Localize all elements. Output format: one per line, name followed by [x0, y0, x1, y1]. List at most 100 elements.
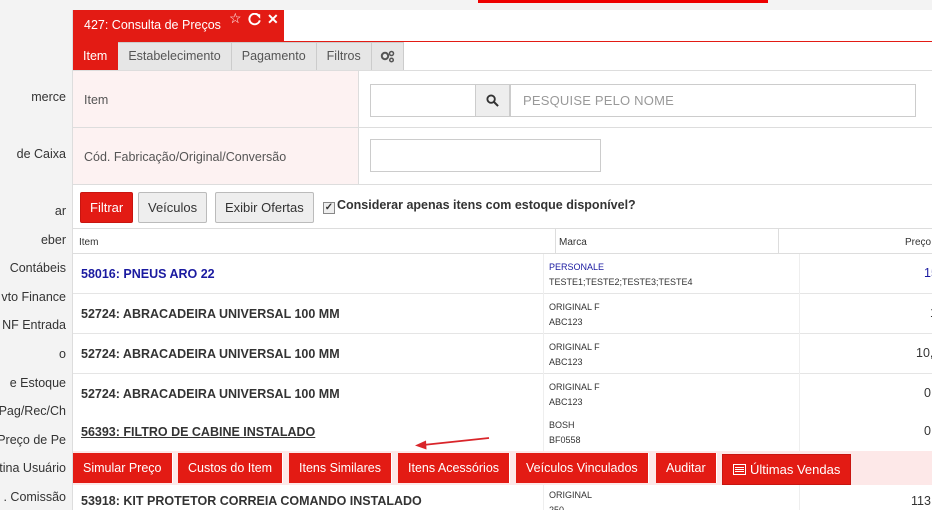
accessory-items-button[interactable]: Itens Acessórios — [398, 453, 511, 483]
row-divider — [799, 412, 800, 452]
top-red-strip — [478, 0, 768, 3]
audit-button[interactable]: Auditar — [656, 453, 717, 483]
sidebar-item[interactable]: Preço de Pe — [0, 433, 66, 447]
item-price: 150, — [924, 266, 932, 280]
col-item[interactable]: Item — [79, 237, 98, 248]
close-icon[interactable]: ✕ — [267, 11, 279, 28]
gears-icon[interactable] — [371, 42, 404, 70]
sidebar-item[interactable]: Pag/Rec/Ch — [0, 404, 66, 418]
item-brand: BOSH BF0558 — [549, 418, 581, 448]
similar-items-button[interactable]: Itens Similares — [289, 453, 392, 483]
annotation-arrow-icon — [415, 437, 490, 450]
table-row[interactable]: 52724: ABRACADEIRA UNIVERSAL 100 MM ORIG… — [73, 374, 932, 414]
sidebar-item[interactable]: . Comissão — [3, 490, 66, 504]
row-divider — [799, 485, 800, 510]
row-divider — [543, 294, 544, 334]
sidebar: merce de Caixa ar eber Contábeis vto Fin… — [0, 0, 68, 510]
row-divider — [543, 412, 544, 452]
list-icon — [733, 464, 746, 475]
sidebar-item[interactable]: de Caixa — [17, 147, 66, 161]
col-marca[interactable]: Marca — [559, 237, 587, 248]
tab-pagamento[interactable]: Pagamento — [231, 42, 317, 70]
row-divider — [799, 374, 800, 414]
brand-name: PERSONALE — [549, 262, 605, 272]
item-name[interactable]: 52724: ABRACADEIRA UNIVERSAL 100 MM — [81, 387, 340, 401]
search-button[interactable] — [476, 84, 510, 117]
brand-code: BF0558 — [549, 435, 581, 445]
item-price: 0, — [924, 424, 932, 438]
app-root: merce de Caixa ar eber Contábeis vto Fin… — [0, 0, 932, 510]
item-brand: ORIGINAL 250 — [549, 488, 592, 510]
item-name[interactable]: 56393: FILTRO DE CABINE INSTALADO — [81, 425, 315, 439]
col-divider — [555, 229, 556, 254]
star-icon[interactable]: ☆ — [229, 10, 242, 27]
brand-name: ORIGINAL F — [549, 342, 600, 352]
show-offers-button[interactable]: Exibir Ofertas — [215, 192, 314, 223]
item-brand: ORIGINAL F ABC123 — [549, 340, 600, 370]
checkbox-check-icon[interactable]: ✓ — [323, 202, 335, 214]
window-title: 427: Consulta de Preços — [84, 18, 221, 32]
cod-label: Cód. Fabricação/Original/Conversão — [84, 150, 287, 164]
tab-item[interactable]: Item — [73, 42, 119, 70]
item-name[interactable]: 52724: ABRACADEIRA UNIVERSAL 100 MM — [81, 347, 340, 361]
sidebar-item[interactable]: Contábeis — [10, 261, 66, 275]
tab-estabelecimento[interactable]: Estabelecimento — [118, 42, 232, 70]
tab-filtros[interactable]: Filtros — [316, 42, 372, 70]
table-row[interactable]: 58016: PNEUS ARO 22 PERSONALE TESTE1;TEST… — [73, 254, 932, 294]
item-price: 113, — [911, 494, 932, 508]
sidebar-item[interactable]: e Estoque — [10, 376, 66, 390]
sidebar-item[interactable]: NF Entrada — [2, 318, 66, 332]
row-divider — [799, 254, 800, 294]
row-divider — [799, 294, 800, 334]
item-brand: PERSONALE TESTE1;TESTE2;TESTE3;TESTE4 — [549, 260, 693, 290]
row-divider — [543, 374, 544, 414]
price-query-panel: 427: Consulta de Preços ☆ ✕ Item Estabel… — [72, 10, 932, 510]
cod-label-cell: Cód. Fabricação/Original/Conversão — [73, 128, 359, 184]
table-row[interactable]: 56393: FILTRO DE CABINE INSTALADO BOSH BF… — [73, 412, 932, 452]
window-tab[interactable]: 427: Consulta de Preços ☆ ✕ — [73, 10, 284, 42]
brand-name: ORIGINAL F — [549, 382, 600, 392]
item-brand: ORIGINAL F ABC123 — [549, 300, 600, 330]
sidebar-item[interactable]: merce — [31, 90, 66, 104]
item-price: 0, — [924, 386, 932, 400]
cod-input[interactable] — [370, 139, 601, 172]
brand-code: ABC123 — [549, 397, 583, 407]
last-sales-button[interactable]: Últimas Vendas — [722, 454, 852, 485]
item-code-input[interactable] — [370, 84, 476, 117]
item-name[interactable]: 53918: KIT PROTETOR CORREIA COMANDO INST… — [81, 494, 422, 508]
brand-code: ABC123 — [549, 317, 583, 327]
item-name[interactable]: 58016: PNEUS ARO 22 — [81, 267, 215, 281]
search-by-name-input[interactable]: PESQUISE PELO NOME — [510, 84, 916, 117]
brand-name: ORIGINAL — [549, 490, 593, 500]
row-divider — [543, 485, 544, 510]
sidebar-item[interactable]: vto Finance — [1, 290, 66, 304]
sidebar-item[interactable]: ar — [55, 204, 66, 218]
table-row[interactable]: 52724: ABRACADEIRA UNIVERSAL 100 MM ORIG… — [73, 334, 932, 374]
simulate-price-button[interactable]: Simular Preço — [73, 453, 173, 483]
last-sales-label: Últimas Vendas — [750, 462, 841, 477]
brand-code: TESTE1;TESTE2;TESTE3;TESTE4 — [549, 277, 693, 287]
table-row[interactable]: 53918: KIT PROTETOR CORREIA COMANDO INST… — [73, 485, 932, 510]
sidebar-item[interactable]: o — [59, 347, 66, 361]
brand-name: BOSH — [549, 420, 575, 430]
sidebar-item[interactable]: eber — [41, 233, 66, 247]
item-price: 10, — [916, 346, 932, 360]
sidebar-item[interactable]: tina Usuário — [0, 461, 66, 475]
table-row[interactable]: 52724: ABRACADEIRA UNIVERSAL 100 MM ORIG… — [73, 294, 932, 334]
row-action-toolbar: Simular Preço Custos do Item Itens Simil… — [73, 451, 932, 485]
item-label-cell: Item — [73, 71, 359, 127]
cod-row: Cód. Fabricação/Original/Conversão — [73, 128, 932, 185]
item-name[interactable]: 52724: ABRACADEIRA UNIVERSAL 100 MM — [81, 307, 340, 321]
action-bar: Filtrar Veículos Exibir Ofertas ✓ Conside… — [73, 184, 932, 228]
brand-code: 250 — [549, 505, 565, 510]
item-costs-button[interactable]: Custos do Item — [178, 453, 284, 483]
row-divider — [543, 334, 544, 374]
search-icon — [486, 94, 499, 107]
filter-button[interactable]: Filtrar — [80, 192, 134, 223]
vehicles-button[interactable]: Veículos — [138, 192, 208, 223]
refresh-icon[interactable] — [248, 10, 261, 29]
item-brand: ORIGINAL F ABC123 — [549, 380, 600, 410]
linked-vehicles-button[interactable]: Veículos Vinculados — [516, 453, 649, 483]
stock-checkbox[interactable]: ✓ Considerar apenas itens com estoque dis… — [323, 198, 636, 214]
col-preco[interactable]: Preço — [905, 237, 931, 248]
